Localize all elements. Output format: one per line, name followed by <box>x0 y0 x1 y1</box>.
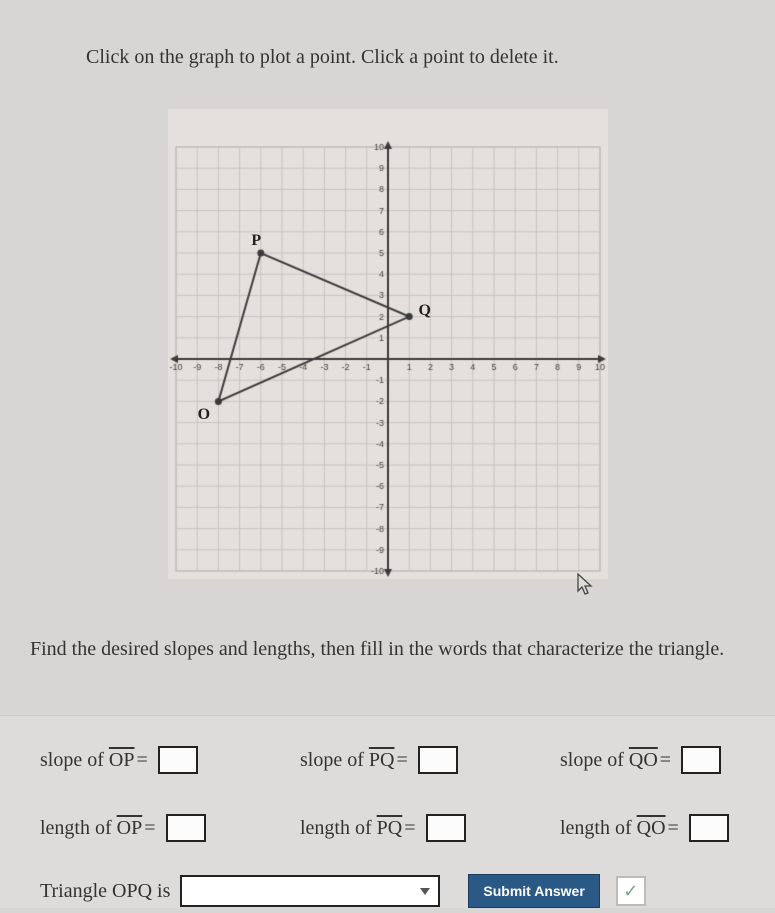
length-op-label: length of OP <box>40 817 142 840</box>
equals-sign: = <box>668 817 679 840</box>
check-indicator: ✓ <box>616 876 646 906</box>
triangle-classify-label: Triangle OPQ is <box>0 880 170 903</box>
length-qo-label: length of QO <box>560 817 666 840</box>
length-pq-label: length of PQ <box>300 817 402 840</box>
submit-button[interactable]: Submit Answer <box>468 874 599 908</box>
slope-pq-input[interactable] <box>418 746 458 774</box>
coordinate-graph[interactable]: OPQ <box>168 109 608 579</box>
check-icon: ✓ <box>623 881 638 902</box>
length-op-input[interactable] <box>166 814 206 842</box>
length-pq-input[interactable] <box>426 814 466 842</box>
instruction-text: Click on the graph to plot a point. Clic… <box>0 0 775 69</box>
slope-op-input[interactable] <box>158 746 198 774</box>
equals-sign: = <box>144 817 155 840</box>
equals-sign: = <box>396 749 407 772</box>
equals-sign: = <box>136 749 147 772</box>
prompt-text: Find the desired slopes and lengths, the… <box>0 599 775 665</box>
equals-sign: = <box>660 749 671 772</box>
slope-pq-label: slope of PQ <box>300 749 394 772</box>
length-qo-input[interactable] <box>689 814 729 842</box>
cursor-icon <box>576 573 594 597</box>
chevron-down-icon <box>420 888 430 895</box>
slope-qo-input[interactable] <box>681 746 721 774</box>
triangle-classify-select[interactable] <box>180 875 440 907</box>
equals-sign: = <box>404 817 415 840</box>
slope-op-label: slope of OP <box>40 749 134 772</box>
slope-qo-label: slope of QO <box>560 749 658 772</box>
answer-grid: slope of OP = slope of PQ = slope of QO … <box>0 715 775 908</box>
